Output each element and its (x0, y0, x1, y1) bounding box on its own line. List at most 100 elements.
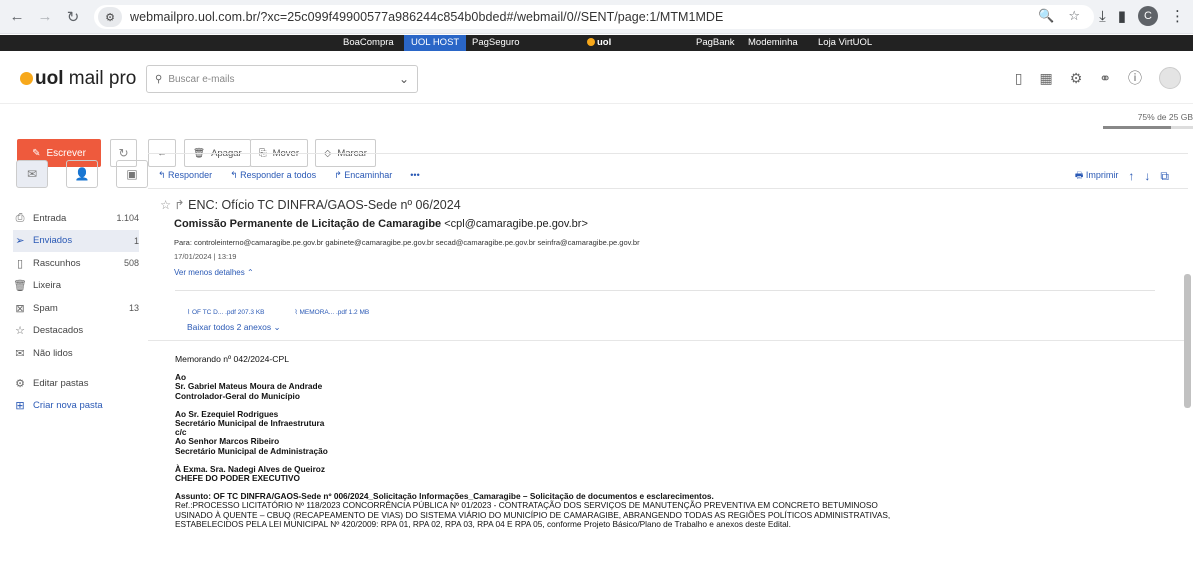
scrollbar-thumb[interactable] (1184, 274, 1191, 408)
folder-spacer (13, 365, 139, 373)
chevron-down-icon[interactable]: ⌄ (399, 72, 409, 86)
mobile-icon[interactable]: ▯ (1015, 70, 1023, 87)
print-button[interactable]: 🖶 Imprimir (1075, 168, 1119, 184)
create-folder-button[interactable]: ⊞ Criar nova pasta (13, 395, 139, 417)
mail-icon: ✉ (26, 167, 38, 181)
address-bar[interactable]: ⚙ webmailpro.uol.com.br/?xc=25c099f49900… (94, 5, 1094, 29)
sidepanel-icon[interactable]: ▮ (1118, 7, 1126, 25)
body-divider (148, 340, 1188, 341)
printer-icon: 🖶 (1074, 170, 1086, 180)
chevron-up-icon: ⌃ (244, 268, 254, 277)
link-uolhost[interactable]: UOL HOST (404, 35, 467, 51)
url-text[interactable]: webmailpro.uol.com.br/?xc=25c099f4990057… (130, 10, 723, 24)
forward-icon[interactable]: → (34, 6, 56, 28)
user-avatar[interactable] (1159, 67, 1181, 89)
link-pagseguro[interactable]: PagSeguro (472, 37, 520, 48)
link-pagbank[interactable]: PagBank (696, 37, 735, 48)
message-actions: ↰ Responder ↰ Responder a todos ↱ Encami… (158, 170, 420, 181)
browser-toolbar: ← → ↻ ⚙ webmailpro.uol.com.br/?xc=25c099… (0, 0, 1193, 34)
folder-count: 1 (133, 235, 139, 246)
app-header: uol mail pro ⚲ Buscar e-mails ⌄ ▯ ▦ ⚙ ⚭ … (0, 52, 1193, 104)
attachment-item[interactable]: ⌇ OF TC D... .pdf 207.3 KB (187, 308, 265, 316)
brand-logo[interactable]: uol mail pro (20, 68, 136, 90)
subject-text: ENC: Ofício TC DINFRA/GAOS-Sede nº 06/20… (188, 198, 461, 212)
folder-label: Rascunhos (33, 257, 81, 269)
folder-label: Enviados (33, 235, 73, 247)
draft-icon: ▯ (16, 257, 24, 270)
message-body: Memorando nº 042/2024-CPL Ao Sr. Gabriel… (175, 354, 1165, 529)
edit-folders-label: Editar pastas (33, 378, 89, 389)
sidebar-item-destacados[interactable]: ☆ Destacados (13, 320, 139, 343)
contacts-icon[interactable]: ⚭ (1099, 70, 1111, 87)
send-icon: ➢ (15, 235, 25, 248)
reply-button[interactable]: ↰ Responder (158, 170, 212, 181)
tab-calendar[interactable]: ▣ (116, 160, 148, 188)
reply-icon: ↰ (158, 170, 169, 180)
to-addresses: controleinterno@camaragibe.pe.gov.br gab… (194, 238, 640, 247)
message-date: 17/01/2024 | 13:19 (174, 252, 237, 261)
help-icon[interactable]: ⓘ (1128, 68, 1142, 88)
tab-mail[interactable]: ✉ (16, 160, 48, 188)
chevron-down-icon: ⌄ (271, 322, 281, 332)
forward-icon: ↱ (334, 170, 345, 180)
reply-all-icon: ↰ (230, 170, 241, 180)
link-modeminha[interactable]: Modeminha (748, 37, 798, 48)
folder-list: ⎙ Entrada 1.104 ➢ Enviados 1 ▯ Rascunhos… (13, 207, 139, 417)
sidebar-item-enviados[interactable]: ➢ Enviados 1 (13, 229, 139, 252)
more-actions-button[interactable]: ••• (410, 170, 419, 181)
calendar-icon: ▣ (126, 167, 138, 181)
star-icon[interactable]: ☆ (160, 198, 171, 212)
reload-icon[interactable]: ↻ (62, 6, 84, 28)
body-line: CHEFE DO PODER EXECUTIVO (175, 473, 300, 484)
sidebar-item-rascunhos[interactable]: ▯ Rascunhos 508 (13, 252, 139, 275)
sidebar-item-entrada[interactable]: ⎙ Entrada 1.104 (13, 207, 139, 230)
actions-divider (148, 188, 1188, 189)
site-settings-icon[interactable]: ⚙ (98, 7, 122, 27)
bookmark-star-icon[interactable]: ☆ (1068, 8, 1080, 24)
tab-contacts[interactable]: 👤 (66, 160, 98, 188)
folder-count: 508 (123, 258, 139, 269)
body-line: ESTABELECIDOS PELA LEI MUNICIPAL Nº 420/… (175, 518, 791, 529)
memo-line: Memorando nº 042/2024-CPL (175, 354, 289, 364)
zoom-icon[interactable]: 🔍 (1038, 8, 1054, 24)
uol-portal-bar: BoaCompra UOL HOST PagSeguro uol PagBank… (0, 35, 1193, 51)
less-details-link[interactable]: Ver menos detalhes ⌃ (174, 268, 254, 277)
gear-icon: ⚙ (15, 378, 25, 390)
folder-label: Lixeira (33, 280, 61, 292)
open-external-icon[interactable]: ⧉ (1160, 169, 1169, 184)
forward-button[interactable]: ↱ Encaminhar (334, 170, 392, 181)
quota-text: 75% de 25 GB (1137, 112, 1193, 122)
attachment-item[interactable]: ⌇ MEMORA... .pdf 1.2 MB (295, 308, 370, 316)
sidebar-item-spam[interactable]: ⊠ Spam 13 (13, 297, 139, 320)
sidebar-item-lixeira[interactable]: 🗑 Lixeira (13, 275, 139, 298)
search-input[interactable]: ⚲ Buscar e-mails ⌄ (146, 65, 418, 93)
star-icon: ☆ (15, 325, 25, 338)
folder-count: 13 (128, 303, 139, 314)
uol-logo-icon (587, 38, 595, 46)
gear-icon[interactable]: ⚙ (1070, 70, 1083, 87)
browser-menu-icon[interactable]: ⋮ (1170, 7, 1185, 25)
sidebar-item-nao-lidos[interactable]: ✉ Não lidos (13, 342, 139, 365)
reply-all-button[interactable]: ↰ Responder a todos (230, 170, 316, 181)
refresh-icon: ↻ (118, 146, 129, 160)
new-folder-icon: ⊞ (15, 400, 25, 412)
download-all-link[interactable]: Baixar todos 2 anexos ⌄ (187, 322, 281, 333)
message-from: Comissão Permanente de Licitação de Cama… (174, 218, 588, 230)
calendar-app-icon[interactable]: ▦ (1039, 70, 1052, 87)
arrow-down-icon[interactable]: ↓ (1144, 169, 1150, 183)
message-to: Para: controleinterno@camaragibe.pe.gov.… (174, 238, 640, 247)
link-boacompra[interactable]: BoaCompra (343, 37, 394, 48)
folder-label: Spam (33, 302, 58, 314)
body-line: À Exma. Sra. Nadegi Alves de Queiroz (175, 463, 326, 474)
edit-folders-button[interactable]: ⚙ Editar pastas (13, 373, 139, 395)
search-placeholder: Buscar e-mails (168, 73, 235, 85)
download-icon[interactable]: ⤓ (1099, 8, 1106, 25)
quota-bar (1103, 126, 1193, 129)
link-uol-logo[interactable]: uol (587, 37, 611, 48)
arrow-up-icon[interactable]: ↑ (1128, 169, 1134, 183)
link-lojavirtuol[interactable]: Loja VirtUOL (818, 37, 872, 48)
sender-name: Comissão Permanente de Licitação de Cama… (174, 218, 442, 230)
profile-avatar[interactable]: C (1138, 6, 1158, 26)
message-subject: ☆ ↱ ENC: Ofício TC DINFRA/GAOS-Sede nº 06… (160, 197, 1160, 212)
back-icon[interactable]: ← (6, 6, 28, 28)
